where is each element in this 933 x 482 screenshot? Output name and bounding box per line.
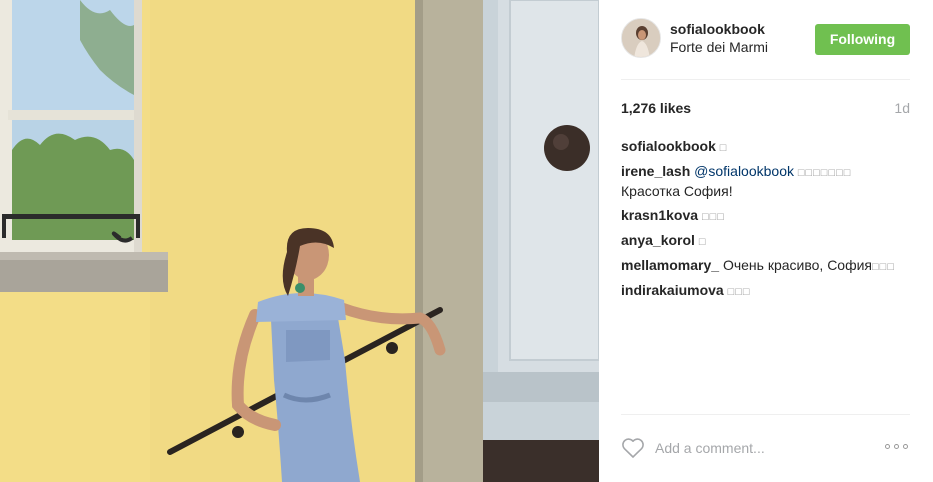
post-photo-image [0,0,599,482]
comment-username[interactable]: sofialookbook [621,138,716,154]
comment-username[interactable]: mellamomary_ [621,257,719,273]
likes-count[interactable]: 1,276 likes [621,100,691,116]
comment-username[interactable]: indirakaiumova [621,282,724,298]
comment-emoji: □□□ [872,261,895,273]
comment-emoji: □□□□□□□ [797,167,852,179]
comment-emoji: □ [698,236,707,248]
avatar-image [622,19,660,57]
list-item: krasn1kova □□□ [621,206,911,226]
list-item: anya_korol □ [621,231,911,251]
header-divider [621,79,910,80]
comment-username[interactable]: krasn1kova [621,207,698,223]
comment-footer [599,414,933,482]
post-age: 1d [894,100,910,116]
comment-emoji: □ [719,142,728,154]
comment-text: Красотка София! [621,183,733,199]
list-item: mellamomary_ Очень красиво, София□□□ [621,256,911,276]
comment-emoji: □□□ [727,286,751,298]
post-location[interactable]: Forte dei Marmi [670,39,768,55]
following-button[interactable]: Following [815,24,910,55]
avatar[interactable] [621,18,661,58]
post-details-panel: sofialookbook Forte dei Marmi Following … [599,0,933,482]
list-item: sofialookbook □ [621,137,911,157]
list-item: irene_lash @sofialookbook □□□□□□□ Красот… [621,162,911,200]
author-username[interactable]: sofialookbook [670,21,765,37]
comment-emoji: □□□ [701,211,725,223]
post-header: sofialookbook Forte dei Marmi Following [599,0,933,79]
list-item: indirakaiumova □□□ [621,281,911,301]
add-comment-input[interactable] [655,439,875,457]
comment-list: sofialookbook □ irene_lash @sofialookboo… [621,137,911,306]
heart-icon[interactable] [621,437,645,459]
comment-username[interactable]: irene_lash [621,163,690,179]
comment-text: Очень красиво, София [722,257,873,273]
comment-mention[interactable]: @sofialookbook [694,163,794,179]
more-options-icon[interactable] [885,441,911,453]
comment-username[interactable]: anya_korol [621,232,695,248]
post-photo[interactable] [0,0,599,482]
